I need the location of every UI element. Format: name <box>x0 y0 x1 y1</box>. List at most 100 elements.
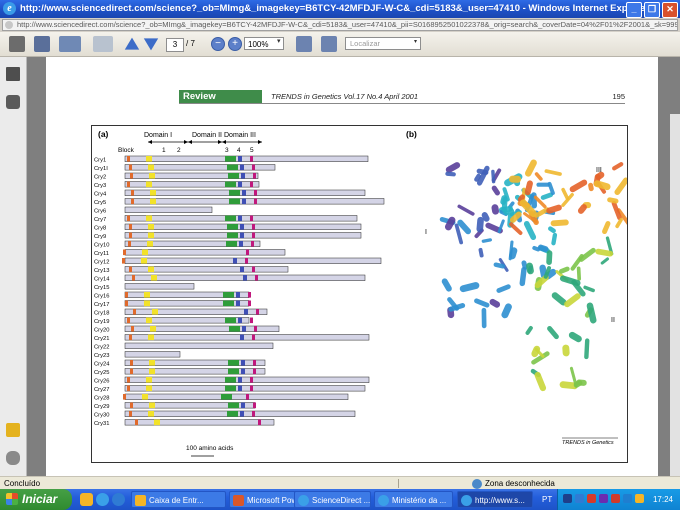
protein-label: Cry26 <box>94 379 109 385</box>
ie-icon <box>378 495 389 506</box>
block-5-mark <box>252 411 255 417</box>
block-2-mark <box>148 224 154 230</box>
quicklaunch-outlook-icon[interactable] <box>80 493 93 506</box>
block-5-mark <box>253 173 256 179</box>
block-1-mark <box>123 394 126 400</box>
tray-pdf-icon[interactable] <box>611 494 620 503</box>
protein-row-cry10: Cry10 <box>94 240 261 249</box>
pages-icon[interactable] <box>6 67 20 81</box>
domain-2-label: Domain II <box>192 132 222 139</box>
title-bar: e http://www.sciencedirect.com/science?_… <box>0 0 680 18</box>
block-1-mark <box>129 411 132 417</box>
quicklaunch-ie-icon[interactable] <box>96 493 109 506</box>
block-5-mark <box>253 360 256 366</box>
protein-row-cry3: Cry3 <box>94 181 260 189</box>
comment-icon[interactable] <box>6 423 20 437</box>
task-http[interactable]: http://www.s... <box>457 491 533 508</box>
zoom-out-icon[interactable]: − <box>211 37 225 51</box>
windows-logo-icon <box>6 493 18 505</box>
block-2-mark <box>151 275 157 281</box>
block-3-mark <box>225 181 236 188</box>
search-dropdown-icon[interactable]: ▾ <box>414 38 417 45</box>
block-number-5: 5 <box>250 147 254 154</box>
scrollbar[interactable] <box>670 114 680 476</box>
zoom-in-icon[interactable]: + <box>228 37 242 51</box>
task-inbox[interactable]: Caixa de Entr... <box>131 491 226 508</box>
task-sciencedirect[interactable]: ScienceDirect ... <box>294 491 371 508</box>
protein-row-cry24: Cry24 <box>94 359 266 368</box>
fit-width-icon[interactable] <box>321 36 337 52</box>
page-number-input[interactable]: 3 <box>166 38 184 52</box>
fit-page-icon[interactable] <box>296 36 312 52</box>
save-icon[interactable] <box>34 36 50 52</box>
protein-label: Cry6 <box>94 209 106 215</box>
pdf-sidebar <box>0 57 27 476</box>
url-field[interactable]: http://www.sciencedirect.com/science?_ob… <box>2 19 678 31</box>
tray-volume-icon[interactable] <box>635 494 644 503</box>
protein-label: Cry17 <box>94 302 109 308</box>
ribbon-segment-74 <box>509 222 523 235</box>
tray-bluetooth-icon[interactable] <box>623 494 632 503</box>
previous-page-icon[interactable] <box>124 37 140 50</box>
tray-network-icon[interactable] <box>563 494 572 503</box>
block-2-mark <box>150 198 156 205</box>
ribbon-segment-118 <box>600 257 610 265</box>
ribbon-segment-134 <box>558 266 570 274</box>
protein-bar <box>124 257 382 264</box>
print-icon[interactable] <box>9 36 25 52</box>
task-ministerio[interactable]: Ministério da ... <box>374 491 453 508</box>
chevron-down-icon[interactable]: ▾ <box>277 37 281 45</box>
protein-row-cry6: Cry6 <box>94 206 213 215</box>
sign-icon[interactable] <box>59 36 81 52</box>
tray-antivirus-icon[interactable] <box>587 494 596 503</box>
tray-ie-icon[interactable] <box>575 494 584 503</box>
start-button[interactable]: Iniciar <box>0 489 72 510</box>
ribbon-segment-5 <box>491 204 500 215</box>
next-page-icon[interactable] <box>143 38 159 51</box>
block-4-mark <box>244 309 248 315</box>
pdf-toolbar: 3 / 7 − + 100% ▾ Localizar ▾ <box>0 32 680 57</box>
protein-row-cry14: Cry14 <box>94 274 366 283</box>
block-2-mark <box>148 334 154 341</box>
ribbon-segment-67 <box>536 182 550 187</box>
block-4-mark <box>241 368 245 375</box>
block-5-mark <box>253 402 256 409</box>
protein-structure-image <box>439 159 631 392</box>
search-input[interactable]: Localizar <box>345 37 421 50</box>
block-3-mark <box>229 326 240 332</box>
maximize-button[interactable]: ❐ <box>644 2 660 18</box>
ribbon-segment-21 <box>457 204 475 216</box>
ribbon-segment-120 <box>547 326 559 340</box>
block-4-mark <box>238 156 242 162</box>
block-1-mark <box>127 156 130 162</box>
system-tray: PT 17:24 <box>542 489 680 510</box>
protein-row-cry13: Cry13 <box>94 266 289 274</box>
ribbon-segment-86 <box>569 179 588 193</box>
tray-messenger-icon[interactable] <box>599 494 608 503</box>
document-viewer[interactable]: Review TRENDS in Genetics Vol.17 No.4 Ap… <box>27 57 680 476</box>
attachment-icon[interactable] <box>6 451 20 465</box>
block-5-mark <box>258 419 261 426</box>
minimize-button[interactable]: _ <box>626 2 642 18</box>
protein-bar <box>124 206 213 213</box>
close-button[interactable]: ✕ <box>662 2 678 18</box>
protein-label: Cry19 <box>94 319 109 325</box>
binoculars-icon[interactable] <box>6 95 20 109</box>
protein-bar <box>124 249 286 256</box>
protein-label: Cry25 <box>94 370 109 376</box>
block-1-mark <box>130 360 133 366</box>
domain-arrows <box>148 140 262 144</box>
ribbon-segment-29 <box>501 303 512 319</box>
block-1-mark <box>130 368 133 375</box>
block-5-mark <box>252 164 255 171</box>
back-icon[interactable] <box>93 36 113 52</box>
status-divider <box>398 479 399 488</box>
quicklaunch-ie2-icon[interactable] <box>112 493 125 506</box>
block-4-mark <box>241 360 245 366</box>
pdf-page: Review TRENDS in Genetics Vol.17 No.4 Ap… <box>46 57 658 476</box>
protein-label: Cry12 <box>94 260 109 266</box>
block-4-mark <box>242 326 246 332</box>
block-4-mark <box>240 411 244 417</box>
language-indicator[interactable]: PT <box>542 489 552 510</box>
protein-row-cry18: Cry18 <box>94 308 268 317</box>
